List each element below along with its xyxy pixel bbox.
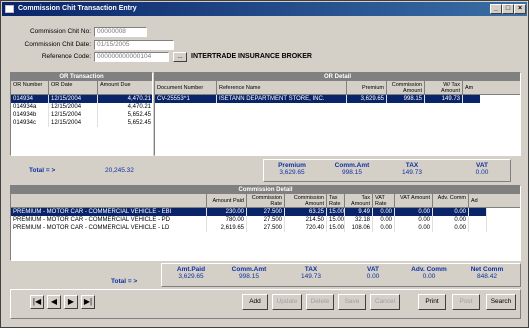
ref-lookup-button[interactable]: ... (173, 52, 187, 62)
table-row[interactable]: 014934c 12/15/2004 5,652.45 (11, 119, 152, 127)
close-button[interactable]: × (514, 4, 526, 14)
window-title: Commission Chit Transaction Entry (18, 5, 137, 12)
app-icon (5, 5, 14, 13)
summary-vat-2: VAT 0.00 (366, 266, 380, 280)
summary-adv-comm: Adv. Comm 0.00 (411, 266, 447, 280)
or-transaction-title: OR Transaction (11, 73, 152, 81)
or-total-value: 20,245.32 (105, 167, 134, 174)
col-or-number[interactable]: OR Number (11, 81, 49, 95)
cancel-button[interactable]: Cancel (370, 294, 400, 310)
update-button[interactable]: Update (272, 294, 302, 310)
table-row[interactable]: PREMIUM - MOTOR CAR - COMMERCIAL VEHICLE… (11, 216, 487, 224)
col-commission-amount[interactable]: Commission Amount (285, 194, 327, 208)
summary-net-comm: Net Comm 848.42 (470, 266, 504, 280)
col-premium[interactable]: Premium (347, 81, 387, 95)
col-commission-rate[interactable]: Commission Rate (247, 194, 285, 208)
chit-date-field[interactable]: 01/15/2005 (94, 40, 174, 50)
ref-code-label: Reference Code: (41, 53, 91, 60)
minimize-button[interactable]: _ (490, 4, 502, 14)
first-record-button[interactable]: |◀ (30, 295, 44, 309)
or-transaction-header: OR Number OR Date Amount Due (11, 81, 152, 95)
col-wtax-amount[interactable]: W/ Tax Amount (425, 81, 463, 95)
summary-comm-amt-2: Comm.Amt 998.15 (231, 266, 267, 280)
col-vat-rate[interactable]: VAT Rate (373, 194, 395, 208)
table-row[interactable]: 014934a 12/15/2004 4,470.21 (11, 103, 152, 111)
table-row[interactable]: 014934 12/15/2004 4,470.21 (11, 95, 152, 103)
col-adv-comm[interactable]: Adv. Comm (433, 194, 469, 208)
commission-detail-header: Amount Paid Commission Rate Commission A… (11, 194, 520, 208)
commission-detail-grid[interactable]: Commission Detail Amount Paid Commission… (10, 185, 521, 261)
col-document-number[interactable]: Document Number (155, 81, 217, 95)
col-amount-paid[interactable]: Amount Paid (207, 194, 247, 208)
commission-detail-title: Commission Detail (11, 186, 520, 194)
print-button[interactable]: Print (418, 294, 446, 310)
chit-no-field[interactable]: 00000008 (94, 27, 147, 37)
col-description[interactable] (11, 194, 207, 208)
summary-tax: TAX 149.73 (402, 162, 422, 176)
col-or-date[interactable]: OR Date (49, 81, 98, 95)
col-ad[interactable]: Ad (469, 194, 520, 208)
title-bar: Commission Chit Transaction Entry _ □ × (2, 2, 527, 16)
col-commission-amount[interactable]: Commission Amount (387, 81, 425, 95)
save-button[interactable]: Save (338, 294, 366, 310)
summary-tax-2: TAX 149.73 (301, 266, 321, 280)
col-am[interactable]: Am (463, 81, 520, 95)
summary-amt-paid: Amt.Paid 3,629.65 (176, 266, 206, 280)
or-detail-title: OR Detail (155, 73, 520, 81)
summary-premium: Premium 3,629.65 (278, 162, 306, 176)
next-record-button[interactable]: ▶ (64, 295, 78, 309)
chit-no-label: Commission Chit No: (29, 28, 91, 35)
ref-name: INTERTRADE INSURANCE BROKER (191, 53, 312, 60)
commission-chit-window: Commission Chit Transaction Entry _ □ × … (0, 0, 529, 328)
table-row[interactable]: PREMIUM - MOTOR CAR - COMMERCIAL VEHICLE… (11, 224, 487, 232)
col-tax-amount[interactable]: Tax Amount (345, 194, 373, 208)
summary-comm-amt: Comm.Amt 998.15 (334, 162, 370, 176)
or-detail-grid[interactable]: OR Detail Document Number Reference Name… (154, 72, 521, 156)
delete-button[interactable]: Delete (306, 294, 334, 310)
col-vat-amount[interactable]: VAT Amount (395, 194, 433, 208)
chit-date-label: Commission Chit Date: (24, 41, 91, 48)
col-tax-rate[interactable]: Tax Rate (327, 194, 345, 208)
prev-record-button[interactable]: ◀ (47, 295, 61, 309)
or-transaction-grid[interactable]: OR Transaction OR Number OR Date Amount … (10, 72, 153, 156)
table-row[interactable]: CV-25553^1 ISETANN DEPARTMENT STORE, INC… (155, 95, 480, 103)
commission-total-label: Total = > (111, 278, 138, 285)
add-button[interactable]: Add (242, 294, 268, 310)
col-reference-name[interactable]: Reference Name (217, 81, 347, 95)
last-record-button[interactable]: ▶| (81, 295, 95, 309)
summary-vat: VAT 0.00 (475, 162, 489, 176)
search-button[interactable]: Search (486, 294, 516, 310)
table-row[interactable]: 014934b 12/15/2004 5,652.45 (11, 111, 152, 119)
maximize-button[interactable]: □ (502, 4, 514, 14)
col-amount-due[interactable]: Amount Due (98, 81, 152, 95)
table-row[interactable]: PREMIUM - MOTOR CAR - COMMERCIAL VEHICLE… (11, 208, 487, 216)
or-detail-header: Document Number Reference Name Premium C… (155, 81, 520, 95)
ref-code-field[interactable]: 000000000000104 (94, 52, 169, 62)
post-button[interactable]: Post (452, 294, 480, 310)
or-total-label: Total = > (29, 167, 56, 174)
